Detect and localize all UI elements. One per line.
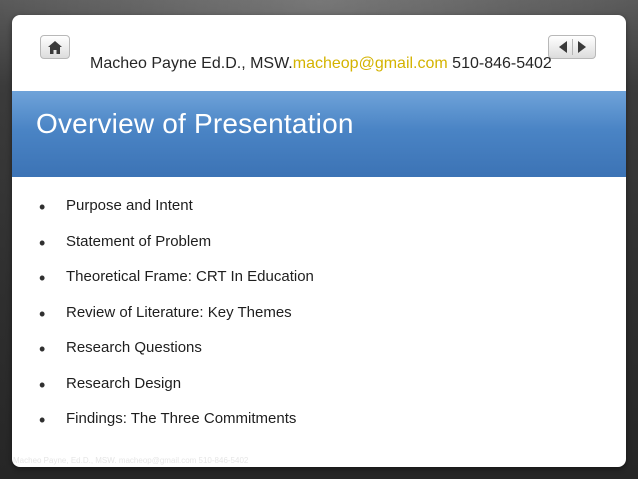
bullet-icon: •	[39, 339, 46, 359]
bullet-text: Research Questions	[66, 339, 202, 356]
prev-arrow-icon[interactable]	[558, 41, 568, 53]
bullet-icon: •	[39, 232, 46, 253]
slide-title: Overview of Presentation	[36, 108, 354, 139]
list-item: • Research Design	[34, 374, 314, 410]
bullet-text: Findings: The Three Commitments	[66, 410, 297, 427]
header-email[interactable]: macheop@gmail.com	[293, 55, 448, 72]
header-phone: 510-846-5402	[452, 55, 552, 72]
bullet-icon: •	[39, 268, 46, 288]
list-item: • Statement of Problem	[34, 232, 314, 268]
list-item: • Research Questions	[34, 338, 314, 374]
bullet-list: • Purpose and Intent • Statement of Proble…	[34, 196, 314, 445]
bullet-text: Purpose and Intent	[66, 197, 193, 214]
arrow-divider	[571, 39, 573, 55]
bullet-text: Review of Literature: Key Themes	[66, 303, 292, 321]
bullet-icon: •	[39, 410, 46, 430]
bullet-text: Research Design	[66, 374, 182, 392]
slide-navigation	[548, 35, 596, 59]
header-contact-line: Macheo Payne Ed.D., MSW.macheop@gmail.co…	[90, 55, 552, 73]
list-item: • Review of Literature: Key Themes	[34, 303, 314, 339]
bullet-text: Theoretical Frame: CRT In Education	[66, 268, 314, 285]
home-icon	[48, 40, 62, 54]
bullet-icon: •	[39, 197, 46, 217]
slide-card: Macheo Payne Ed.D., MSW.macheop@gmail.co…	[12, 15, 626, 467]
header-name: Macheo Payne Ed.D., MSW.	[90, 55, 293, 72]
list-item: • Purpose and Intent	[34, 196, 314, 232]
bullet-icon: •	[39, 374, 46, 395]
list-item: • Findings: The Three Commitments	[34, 409, 314, 445]
next-arrow-icon[interactable]	[577, 41, 587, 53]
bullet-text: Statement of Problem	[66, 232, 212, 250]
slide: Macheo Payne Ed.D., MSW.macheop@gmail.co…	[0, 0, 638, 479]
bullet-icon: •	[39, 303, 46, 324]
home-button[interactable]	[40, 35, 70, 59]
list-item: • Theoretical Frame: CRT In Education	[34, 267, 314, 303]
footer-text: Macheo Payne, Ed.D., MSW. macheop@gmail.…	[13, 456, 249, 465]
